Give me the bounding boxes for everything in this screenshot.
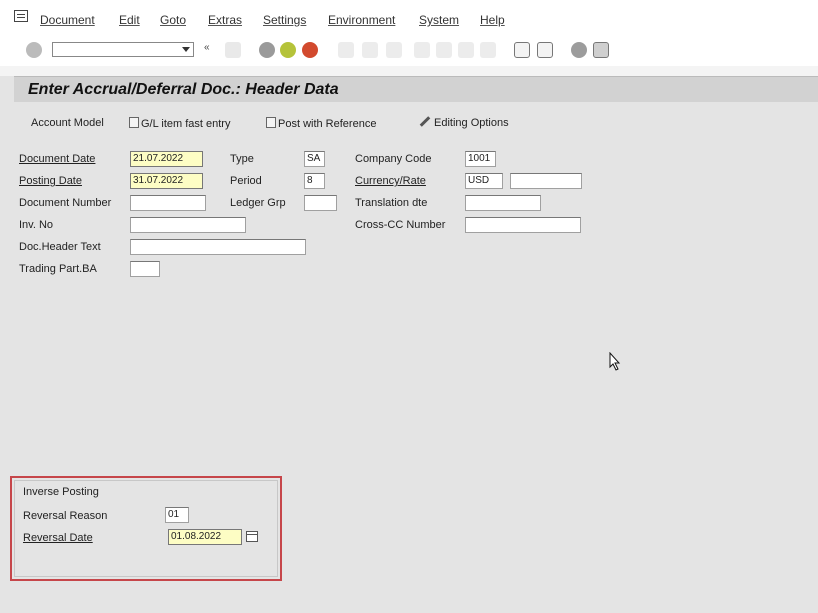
document-date-label: Document Date [19,153,96,165]
post-with-reference-button[interactable]: Post with Reference [266,117,376,130]
reversal-reason-field[interactable]: 01 [165,507,189,523]
gl-item-fast-entry-label: G/L item fast entry [141,118,231,130]
editing-options-label: Editing Options [434,117,509,129]
inv-no-label: Inv. No [19,219,54,231]
type-label: Type [230,153,254,165]
trading-part-ba-label: Trading Part.BA [19,263,97,275]
command-field[interactable] [52,42,194,57]
document-number-field[interactable] [130,195,206,211]
cross-cc-number-field[interactable] [465,217,581,233]
inv-no-field[interactable] [130,217,246,233]
inverse-posting-highlight: Inverse Posting Reversal Reason 01 Rever… [10,476,282,581]
main-area: Account Model G/L item fast entry Post w… [10,102,818,613]
period-label: Period [230,175,262,187]
chevron-down-icon[interactable] [182,47,190,52]
exit-icon[interactable] [280,42,296,58]
reversal-reason-label: Reversal Reason [23,510,108,522]
company-code-label: Company Code [355,153,432,165]
help-icon[interactable] [571,42,587,58]
menu-system[interactable]: System [419,13,459,27]
menu-extras[interactable]: Extras [208,13,242,27]
menu-settings[interactable]: Settings [263,13,306,27]
menu-help[interactable]: Help [480,13,505,27]
editing-options-button[interactable]: Editing Options [419,116,509,129]
doc-header-text-label: Doc.Header Text [19,241,101,253]
account-model-button[interactable]: Account Model [31,117,104,129]
post-with-reference-label: Post with Reference [278,118,377,130]
back-icon[interactable] [259,42,275,58]
menu-document[interactable]: Document [40,13,95,27]
inverse-posting-title: Inverse Posting [23,486,99,498]
previous-page-icon [436,42,452,58]
pencil-icon [419,116,431,127]
title-bar: Enter Accrual/Deferral Doc.: Header Data [14,76,818,102]
posting-date-field[interactable]: 31.07.2022 [130,173,203,189]
calendar-icon[interactable] [246,531,258,542]
translation-dte-label: Translation dte [355,197,428,209]
cancel-icon[interactable] [302,42,318,58]
ledger-grp-label: Ledger Grp [230,197,286,209]
layout-menu-icon[interactable] [593,42,609,58]
currency-rate-label: Currency/Rate [355,175,426,187]
posting-date-label: Posting Date [19,175,82,187]
menu-bar: Document Edit Goto Extras Settings Envir… [0,0,818,36]
find-icon [362,42,378,58]
menu-environment[interactable]: Environment [328,13,395,27]
menu-edit[interactable]: Edit [119,13,140,27]
standard-toolbar: « [0,36,818,66]
document-icon [129,117,139,128]
new-session-icon[interactable] [514,42,530,58]
last-page-icon [480,42,496,58]
reference-icon [266,117,276,128]
menu-goto[interactable]: Goto [160,13,186,27]
type-field[interactable]: SA [304,151,325,167]
first-page-icon [414,42,430,58]
gl-item-fast-entry-button[interactable]: G/L item fast entry [129,117,230,130]
page-title: Enter Accrual/Deferral Doc.: Header Data [28,81,339,98]
separator [0,66,818,76]
cross-cc-number-label: Cross-CC Number [355,219,446,231]
company-code-field[interactable]: 1001 [465,151,496,167]
find-next-icon [386,42,402,58]
ledger-grp-field[interactable] [304,195,337,211]
enter-icon[interactable] [26,42,42,58]
document-date-field[interactable]: 21.07.2022 [130,151,203,167]
reversal-date-label: Reversal Date [23,532,93,544]
shortcut-icon[interactable] [537,42,553,58]
currency-field[interactable]: USD [465,173,503,189]
period-field[interactable]: 8 [304,173,325,189]
save-icon [225,42,241,58]
inverse-posting-group: Inverse Posting Reversal Reason 01 Rever… [14,480,278,577]
doc-header-text-field[interactable] [130,239,306,255]
double-chevron-icon[interactable]: « [204,42,212,58]
trading-part-ba-field[interactable] [130,261,160,277]
next-page-icon [458,42,474,58]
document-number-label: Document Number [19,197,112,209]
application-toolbar: Account Model G/L item fast entry Post w… [14,102,818,142]
reversal-date-field[interactable]: 01.08.2022 [168,529,242,545]
exchange-rate-field[interactable] [510,173,582,189]
menu-icon[interactable] [14,10,28,22]
mouse-cursor-icon [609,352,621,371]
translation-date-field[interactable] [465,195,541,211]
print-icon [338,42,354,58]
